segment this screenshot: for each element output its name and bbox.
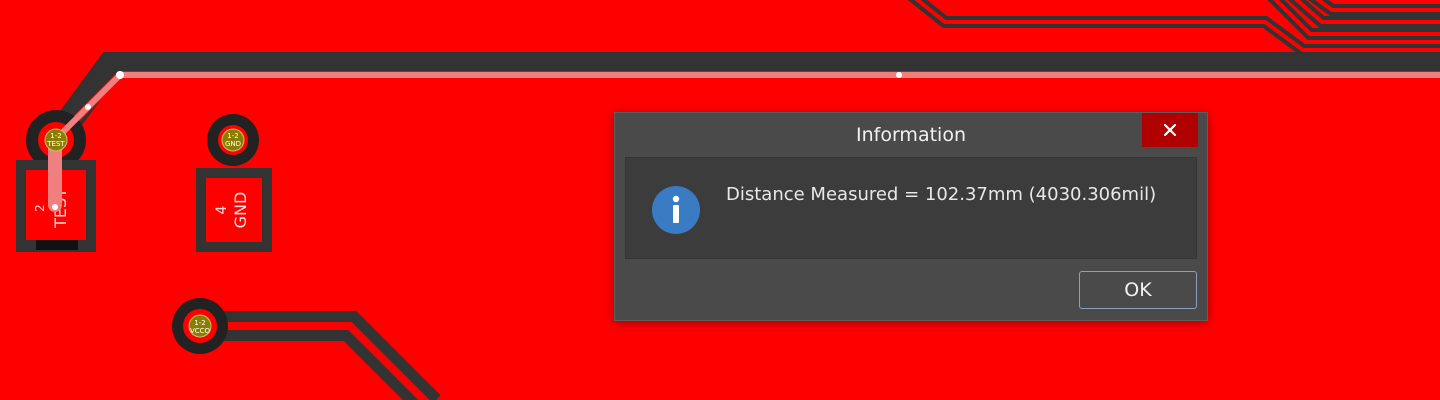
pad-test-designator: 2 [33, 204, 47, 212]
pad-gnd-net: GND [231, 192, 250, 229]
pad-gnd-designator: 4 [214, 205, 230, 214]
close-icon [1163, 123, 1177, 137]
via-gnd-label-1: 1-2 [227, 132, 238, 140]
dialog-body: Distance Measured = 102.37mm (4030.306mi… [625, 157, 1197, 259]
via-gnd-label-2: GND [225, 140, 241, 148]
via-test-label-1: 1-2 [50, 132, 61, 140]
information-dialog: Information Distance Measured = 102.37mm… [614, 112, 1208, 321]
via-test-label-2: TEST [46, 140, 65, 148]
info-icon [652, 186, 700, 234]
via-vcco-label-2: VCCO [190, 327, 211, 335]
via-vcco-label-1: 1-2 [194, 319, 205, 327]
dialog-message: Distance Measured = 102.37mm (4030.306mi… [726, 184, 1157, 205]
close-button[interactable] [1142, 113, 1198, 147]
lower-track-clearance [200, 311, 441, 400]
ok-button[interactable]: OK [1079, 271, 1197, 309]
track-bus [907, 0, 1440, 56]
dialog-title: Information [856, 124, 966, 146]
